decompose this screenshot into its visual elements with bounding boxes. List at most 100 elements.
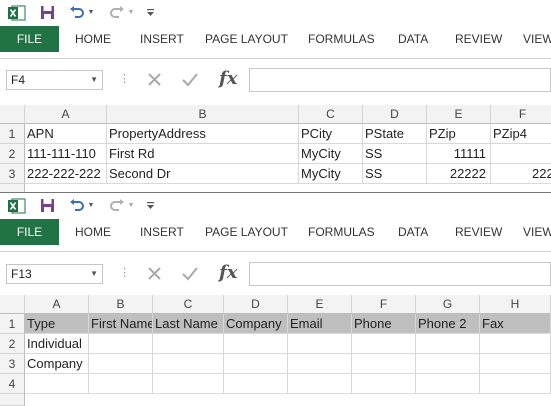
row-header-1[interactable]: 1 — [0, 314, 25, 334]
column-header-c[interactable]: C — [299, 105, 363, 124]
column-header-e[interactable]: E — [427, 105, 491, 124]
cancel-icon[interactable] — [147, 72, 162, 92]
undo-dropdown-icon[interactable]: ▼ — [87, 0, 95, 25]
cell-b3[interactable] — [89, 354, 153, 374]
redo-dropdown-icon[interactable]: ▼ — [127, 0, 135, 25]
cell-g2[interactable] — [416, 334, 480, 354]
cell-b2[interactable] — [89, 334, 153, 354]
cell-c1[interactable]: PCity — [299, 124, 363, 144]
cell-c4[interactable] — [153, 374, 224, 394]
column-header-f[interactable]: F — [352, 295, 416, 314]
cancel-icon[interactable] — [147, 266, 162, 286]
column-header-e[interactable]: E — [288, 295, 352, 314]
row-header-2[interactable]: 2 — [0, 334, 25, 354]
column-header-a[interactable]: A — [25, 105, 107, 124]
row-header-3[interactable]: 3 — [0, 354, 25, 374]
redo-dropdown-icon[interactable]: ▼ — [127, 193, 135, 218]
tab-page-layout[interactable]: PAGE LAYOUT — [205, 26, 288, 52]
column-header-f[interactable]: F — [491, 105, 551, 124]
row-header-4[interactable]: 4 — [0, 374, 25, 394]
chevron-down-icon[interactable]: ▼ — [90, 71, 98, 89]
cell-c3[interactable] — [153, 354, 224, 374]
cell-a4[interactable] — [25, 374, 89, 394]
tab-page-layout[interactable]: PAGE LAYOUT — [205, 219, 288, 245]
cell-e2[interactable] — [288, 334, 352, 354]
tab-insert[interactable]: INSERT — [140, 26, 184, 52]
cell-c1[interactable]: Last Name — [153, 314, 224, 334]
redo-icon[interactable] — [106, 0, 128, 25]
column-header-a[interactable]: A — [25, 295, 89, 314]
cell-e3[interactable]: 22222 — [427, 164, 491, 184]
cell-f1[interactable]: Phone — [352, 314, 416, 334]
formula-input[interactable] — [249, 68, 551, 92]
column-header-d[interactable]: D — [224, 295, 288, 314]
cell-f3[interactable]: 2222 — [491, 164, 551, 184]
formula-input[interactable] — [249, 262, 551, 286]
column-header-b[interactable]: B — [107, 105, 299, 124]
cell-f3[interactable] — [352, 354, 416, 374]
row-header-2[interactable]: 2 — [0, 144, 25, 164]
tab-view[interactable]: VIEW — [523, 219, 551, 245]
cell-g4[interactable] — [416, 374, 480, 394]
tab-data[interactable]: DATA — [398, 219, 428, 245]
cell-d3[interactable]: SS — [363, 164, 427, 184]
insert-function-icon[interactable]: fx — [219, 262, 237, 283]
tab-formulas[interactable]: FORMULAS — [308, 219, 375, 245]
column-header-d[interactable]: D — [363, 105, 427, 124]
cell-b4[interactable] — [89, 374, 153, 394]
cell-d4[interactable] — [224, 374, 288, 394]
cell-g1[interactable]: Phone 2 — [416, 314, 480, 334]
cell-d3[interactable] — [224, 354, 288, 374]
cell-e4[interactable] — [288, 374, 352, 394]
cell-d2[interactable] — [224, 334, 288, 354]
tab-view[interactable]: VIEW — [523, 26, 551, 52]
cell-e3[interactable] — [288, 354, 352, 374]
undo-icon[interactable] — [66, 193, 88, 218]
tab-data[interactable]: DATA — [398, 26, 428, 52]
row-header-1[interactable]: 1 — [0, 124, 25, 144]
cell-f1[interactable]: PZip4 — [491, 124, 551, 144]
cell-f2[interactable] — [491, 144, 551, 164]
chevron-down-icon[interactable]: ▼ — [90, 265, 98, 283]
tab-file[interactable]: FILE — [0, 219, 59, 245]
cell-d1[interactable]: PState — [363, 124, 427, 144]
customize-qat-icon[interactable] — [144, 193, 156, 218]
enter-icon[interactable] — [182, 72, 198, 92]
tab-formulas[interactable]: FORMULAS — [308, 26, 375, 52]
save-icon[interactable] — [36, 193, 58, 218]
cell-b1[interactable]: PropertyAddress — [107, 124, 299, 144]
cell-d2[interactable]: SS — [363, 144, 427, 164]
cell-h1[interactable]: Fax — [480, 314, 551, 334]
select-all-corner[interactable] — [0, 295, 25, 314]
tab-insert[interactable]: INSERT — [140, 219, 184, 245]
cell-b3[interactable]: Second Dr — [107, 164, 299, 184]
cell-e2[interactable]: 11111 — [427, 144, 491, 164]
cell-a1[interactable]: APN — [25, 124, 107, 144]
cell-h4[interactable] — [480, 374, 551, 394]
name-box[interactable]: F4 ▼ — [6, 70, 103, 90]
tab-review[interactable]: REVIEW — [455, 26, 502, 52]
tab-home[interactable]: HOME — [75, 26, 111, 52]
cell-c2[interactable]: MyCity — [299, 144, 363, 164]
cell-e1[interactable]: Email — [288, 314, 352, 334]
cell-a2[interactable]: Individual — [25, 334, 89, 354]
cell-b1[interactable]: First Name — [89, 314, 153, 334]
select-all-corner[interactable] — [0, 105, 25, 124]
column-header-b[interactable]: B — [89, 295, 153, 314]
tab-file[interactable]: FILE — [0, 26, 59, 52]
undo-icon[interactable] — [66, 0, 88, 25]
enter-icon[interactable] — [182, 266, 198, 286]
cell-b2[interactable]: First Rd — [107, 144, 299, 164]
cell-a3[interactable]: 222-222-222 — [25, 164, 107, 184]
cell-h3[interactable] — [480, 354, 551, 374]
cell-d1[interactable]: Company — [224, 314, 288, 334]
save-icon[interactable] — [36, 0, 58, 25]
cell-f2[interactable] — [352, 334, 416, 354]
cell-e1[interactable]: PZip — [427, 124, 491, 144]
cell-g3[interactable] — [416, 354, 480, 374]
customize-qat-icon[interactable] — [144, 0, 156, 25]
cell-f4[interactable] — [352, 374, 416, 394]
tab-home[interactable]: HOME — [75, 219, 111, 245]
cell-a1[interactable]: Type — [25, 314, 89, 334]
cell-a3[interactable]: Company — [25, 354, 89, 374]
